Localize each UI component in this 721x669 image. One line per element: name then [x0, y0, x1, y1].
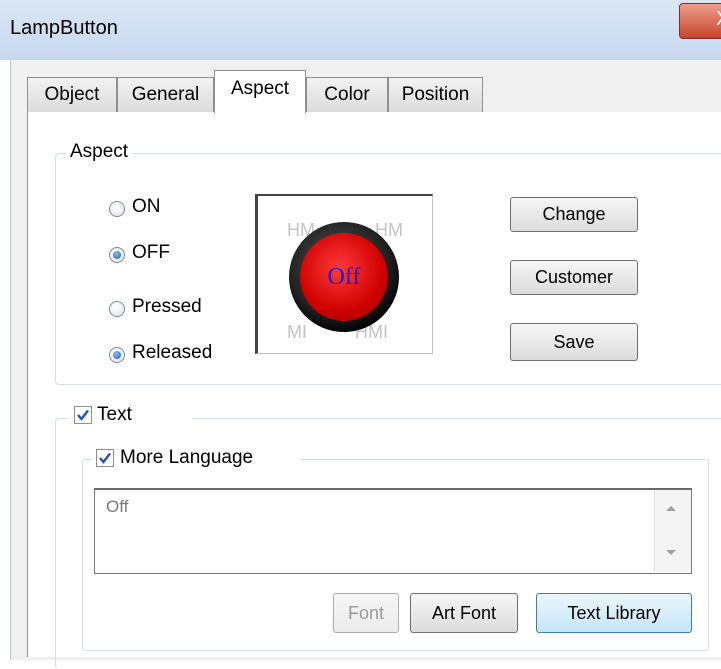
text-checkbox[interactable] — [74, 406, 92, 424]
close-button[interactable]: X — [679, 3, 721, 39]
text-library-button[interactable]: Text Library — [536, 593, 692, 633]
more-language-checkbox[interactable] — [96, 449, 114, 467]
radio-on[interactable] — [109, 201, 125, 217]
scroll-down-icon[interactable] — [664, 548, 678, 558]
text-checkbox-label[interactable]: Text — [97, 404, 132, 426]
art-font-button[interactable]: Art Font — [410, 593, 518, 633]
aspect-group-label: Aspect — [66, 141, 133, 163]
radio-released-label[interactable]: Released — [132, 342, 212, 364]
more-language-label[interactable]: More Language — [120, 447, 253, 469]
scroll-up-icon[interactable] — [664, 503, 678, 513]
window-title: LampButton — [10, 17, 118, 39]
tab-general[interactable]: General — [117, 77, 214, 112]
font-button[interactable]: Font — [333, 593, 399, 633]
change-button[interactable]: Change — [510, 197, 638, 232]
tab-aspect[interactable]: Aspect — [214, 70, 306, 113]
save-button[interactable]: Save — [510, 323, 638, 361]
radio-off-label[interactable]: OFF — [132, 242, 170, 264]
tab-position[interactable]: Position — [388, 77, 483, 112]
tab-color[interactable]: Color — [306, 77, 388, 112]
radio-pressed-label[interactable]: Pressed — [132, 296, 202, 318]
radio-pressed[interactable] — [109, 301, 125, 317]
preview-ghost-text: MI — [287, 322, 307, 342]
check-icon — [99, 452, 111, 464]
tab-object[interactable]: Object — [27, 77, 117, 112]
radio-released[interactable] — [109, 347, 125, 363]
text-content-input[interactable] — [94, 488, 692, 574]
radio-off[interactable] — [109, 247, 125, 263]
check-icon — [77, 409, 89, 421]
text-content-value[interactable]: Off — [106, 497, 128, 517]
lamp-button-preview: Off — [300, 233, 388, 321]
customer-button[interactable]: Customer — [510, 260, 638, 295]
radio-on-label[interactable]: ON — [132, 196, 161, 218]
